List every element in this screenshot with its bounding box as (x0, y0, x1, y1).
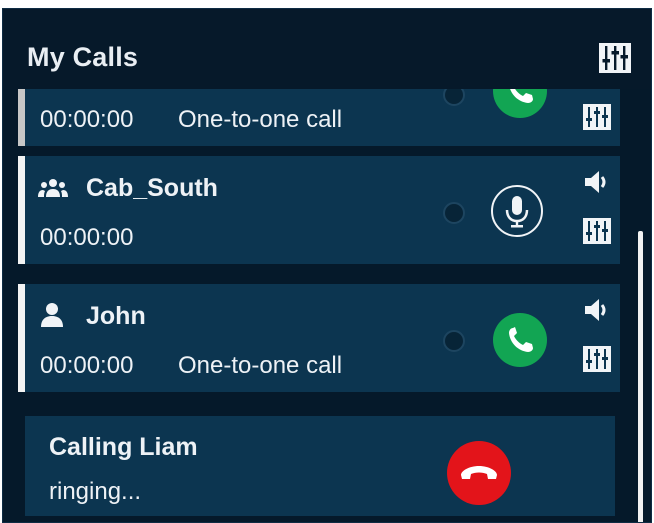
scrollbar-thumb[interactable] (638, 231, 643, 522)
phone-icon (509, 327, 533, 352)
page-title: My Calls (27, 42, 139, 72)
mixer-icon[interactable] (583, 218, 611, 244)
call-select-radio[interactable] (443, 202, 465, 224)
person-icon (41, 303, 63, 327)
mixer-icon[interactable] (583, 104, 611, 130)
call-select-radio[interactable] (443, 330, 465, 352)
call-type-label: One-to-one call (178, 106, 343, 133)
mixer-icon[interactable] (583, 346, 611, 372)
call-timer: 00:00:00 (40, 224, 134, 251)
outgoing-call-card[interactable]: Calling Liam ringing... (25, 416, 615, 516)
call-timer: 00:00:00 (40, 106, 134, 133)
call-status: ringing... (49, 478, 142, 505)
hang-up-button[interactable] (447, 441, 511, 505)
call-card-accent (18, 156, 25, 264)
hang-up-icon (461, 466, 497, 479)
call-name: Cab_South (86, 174, 218, 202)
call-type-label: One-to-one call (178, 352, 343, 379)
calling-label: Calling Liam (49, 433, 198, 461)
accept-call-button[interactable] (493, 313, 547, 367)
call-card[interactable]: John 00:00:00 One-to-one call (18, 284, 620, 392)
call-timer: 00:00:00 (40, 352, 134, 379)
call-card-accent (18, 284, 25, 392)
microphone-icon (505, 196, 529, 228)
call-name: John (86, 302, 146, 330)
call-card[interactable]: Cab_South 00:00:00 (18, 156, 620, 264)
push-to-talk-button[interactable] (491, 185, 543, 237)
header: My Calls (3, 9, 651, 89)
group-icon (38, 179, 68, 197)
speaker-icon[interactable] (583, 170, 611, 194)
mixer-icon[interactable] (599, 43, 631, 73)
speaker-icon[interactable] (583, 298, 611, 322)
my-calls-panel: 00:00:00 One-to-one call Cab_South 00:00… (2, 8, 652, 523)
